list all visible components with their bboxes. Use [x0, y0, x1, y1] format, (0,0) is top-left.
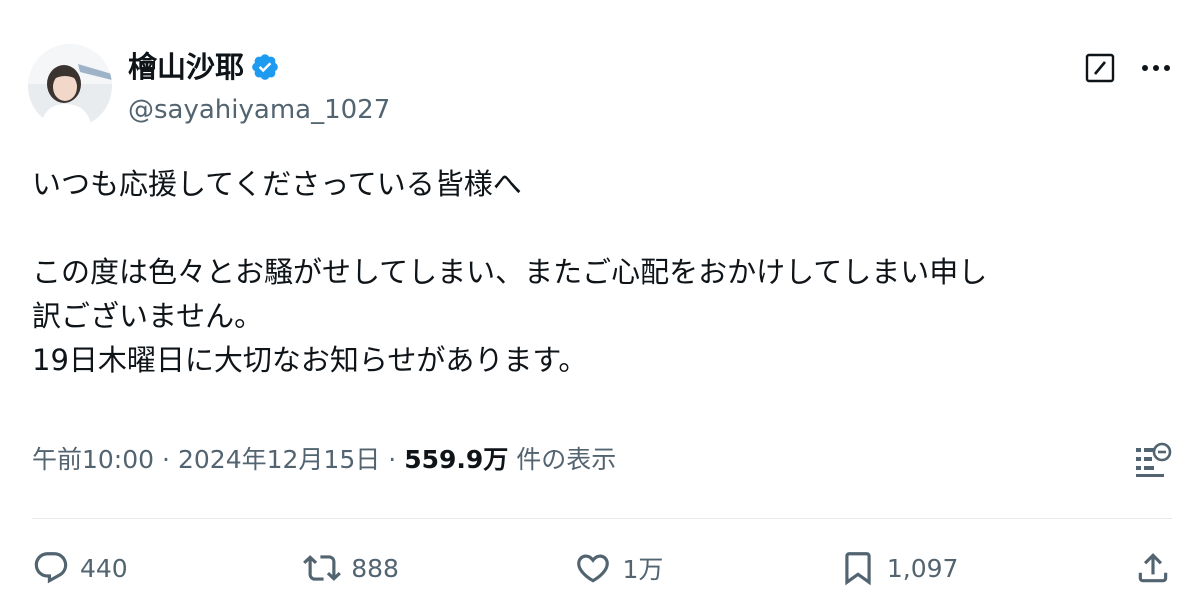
reply-button[interactable]: 440 [32, 549, 128, 587]
heart-icon [577, 554, 610, 583]
tweet-meta: 午前10:00 · 2024年12月15日 · 559.9万 件の表示 [32, 442, 616, 478]
avatar[interactable] [28, 44, 112, 128]
tweet-text: いつも応援してくださっている皆様へ この度は色々とお騒がせしてしまい、またご心配… [32, 162, 1172, 382]
reply-count: 440 [80, 553, 128, 583]
tweet-actions: 440 888 1万 1,097 [32, 540, 1172, 596]
tweet-line: この度は色々とお騒がせしてしまい、またご心配をおかけしてしまい申し [32, 255, 988, 289]
tweet-line-spacer [32, 206, 1172, 250]
like-button[interactable]: 1万 [574, 549, 663, 587]
bookmark-count: 1,097 [886, 553, 959, 583]
tweet-line: 19日木曜日に大切なお知らせがあります。 [32, 343, 588, 377]
divider [32, 518, 1172, 519]
tweet-line: 訳ございません。 [32, 299, 264, 333]
like-count: 1万 [622, 555, 664, 584]
bookmark-icon [845, 552, 871, 586]
tweet-time[interactable]: 午前10:00 [32, 442, 154, 478]
retweet-icon [303, 555, 342, 581]
grok-icon[interactable] [1084, 52, 1116, 84]
user-handle[interactable]: @sayahiyama_1027 [128, 93, 390, 127]
views-count[interactable]: 559.9万 [404, 442, 508, 478]
share-icon [1138, 553, 1168, 583]
bookmark-button[interactable]: 1,097 [839, 549, 959, 587]
verified-badge-icon[interactable] [250, 52, 280, 82]
display-name[interactable]: 檜山沙耶 [128, 50, 244, 84]
retweet-count: 888 [351, 553, 399, 583]
meta-separator: · [388, 445, 397, 474]
tweet-line: いつも応援してくださっている皆様へ [32, 167, 522, 201]
meta-separator: · [162, 445, 170, 474]
retweet-button[interactable]: 888 [303, 549, 399, 587]
reply-icon [34, 552, 68, 584]
views-label: 件の表示 [516, 445, 617, 474]
analytics-icon[interactable] [1134, 440, 1172, 480]
share-button[interactable] [1134, 549, 1172, 587]
more-options-icon[interactable] [1140, 52, 1172, 84]
tweet-date[interactable]: 2024年12月15日 [178, 442, 380, 478]
